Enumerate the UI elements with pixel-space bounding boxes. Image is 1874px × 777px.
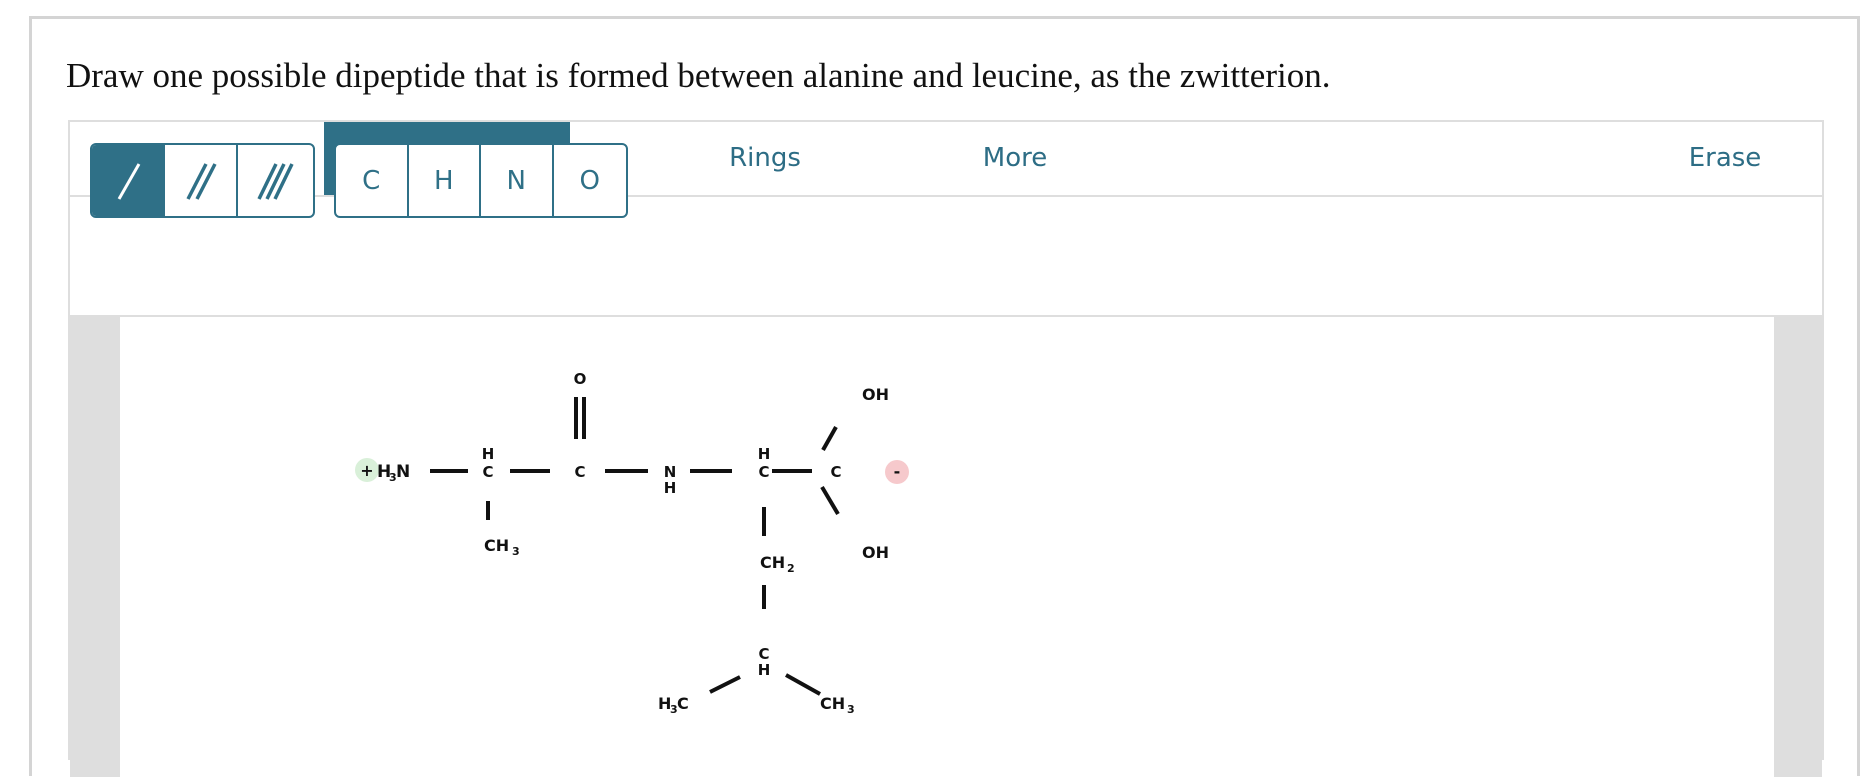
atom-label-carbonyl-o: O bbox=[574, 370, 587, 388]
bond-tool-group bbox=[90, 143, 315, 218]
atom-label-ca1-ch3-sub: 3 bbox=[512, 545, 520, 558]
atom-c-button[interactable]: C bbox=[336, 145, 409, 216]
atom-label-ca2-h: H bbox=[758, 445, 771, 463]
tab-more[interactable]: More bbox=[890, 122, 1140, 195]
triple-bond-button[interactable] bbox=[238, 145, 311, 216]
atom-label-amide-h: H bbox=[664, 479, 677, 497]
triple-bond-icon bbox=[256, 162, 294, 200]
tool-tab-bar: Select Draw Rings More Erase bbox=[70, 122, 1822, 197]
atom-o-button[interactable]: O bbox=[554, 145, 626, 216]
atom-label-ch3-right: CH bbox=[820, 694, 845, 713]
atom-label-ch3-right-sub: 3 bbox=[847, 703, 855, 716]
atom-label-branch-h: H bbox=[758, 661, 771, 679]
positive-charge-sign: + bbox=[360, 461, 373, 480]
question-prompt: Draw one possible dipeptide that is form… bbox=[66, 56, 1331, 95]
atom-label-carboxyl-c: C bbox=[830, 463, 841, 481]
negative-charge-sign: - bbox=[894, 462, 901, 481]
bond-ch-ch3a bbox=[709, 675, 741, 694]
erase-button[interactable]: Erase bbox=[1630, 122, 1820, 195]
dipeptide-structure: + - H 3 N H C CH 3 O C N H H C C OH OH C… bbox=[355, 370, 909, 716]
single-bond-icon bbox=[117, 162, 140, 200]
atom-label-h3c-c: C bbox=[677, 694, 689, 713]
atom-label-ca2-c: C bbox=[758, 463, 769, 481]
atom-label-ch2-sub: 2 bbox=[787, 562, 795, 575]
atom-label-carbonyl-c: C bbox=[574, 463, 585, 481]
drawing-canvas[interactable]: + - H 3 N H C CH 3 O C N H H C C OH OH C… bbox=[120, 317, 1774, 777]
atom-label-ca1-ch3: CH bbox=[484, 536, 509, 555]
draw-toolbar bbox=[70, 197, 1822, 317]
atom-n-button[interactable]: N bbox=[481, 145, 554, 216]
molecule-drawing-widget: Select Draw Rings More Erase bbox=[68, 120, 1824, 777]
atom-h-button[interactable]: H bbox=[409, 145, 481, 216]
atom-tool-group: C H N O bbox=[334, 143, 628, 218]
atom-label-oh-upper: OH bbox=[862, 385, 889, 404]
atom-label-ca1-c: C bbox=[482, 463, 493, 481]
double-bond-button[interactable] bbox=[165, 145, 238, 216]
atom-label-oh-lower: OH bbox=[862, 543, 889, 562]
bond-c-oh-lower bbox=[820, 485, 840, 516]
bond-ch-ch3b bbox=[785, 673, 821, 696]
canvas-margin: + - H 3 N H C CH 3 O C N H H C C OH OH C… bbox=[70, 317, 1822, 777]
atom-label-h3n-n: N bbox=[396, 462, 410, 482]
tab-rings[interactable]: Rings bbox=[640, 122, 890, 195]
atom-label-ca1-h: H bbox=[482, 445, 495, 463]
bond-c-oh-upper bbox=[821, 426, 838, 451]
double-bond-icon bbox=[185, 162, 217, 200]
atom-label-ch2: CH bbox=[760, 553, 785, 572]
single-bond-button[interactable] bbox=[92, 145, 165, 216]
